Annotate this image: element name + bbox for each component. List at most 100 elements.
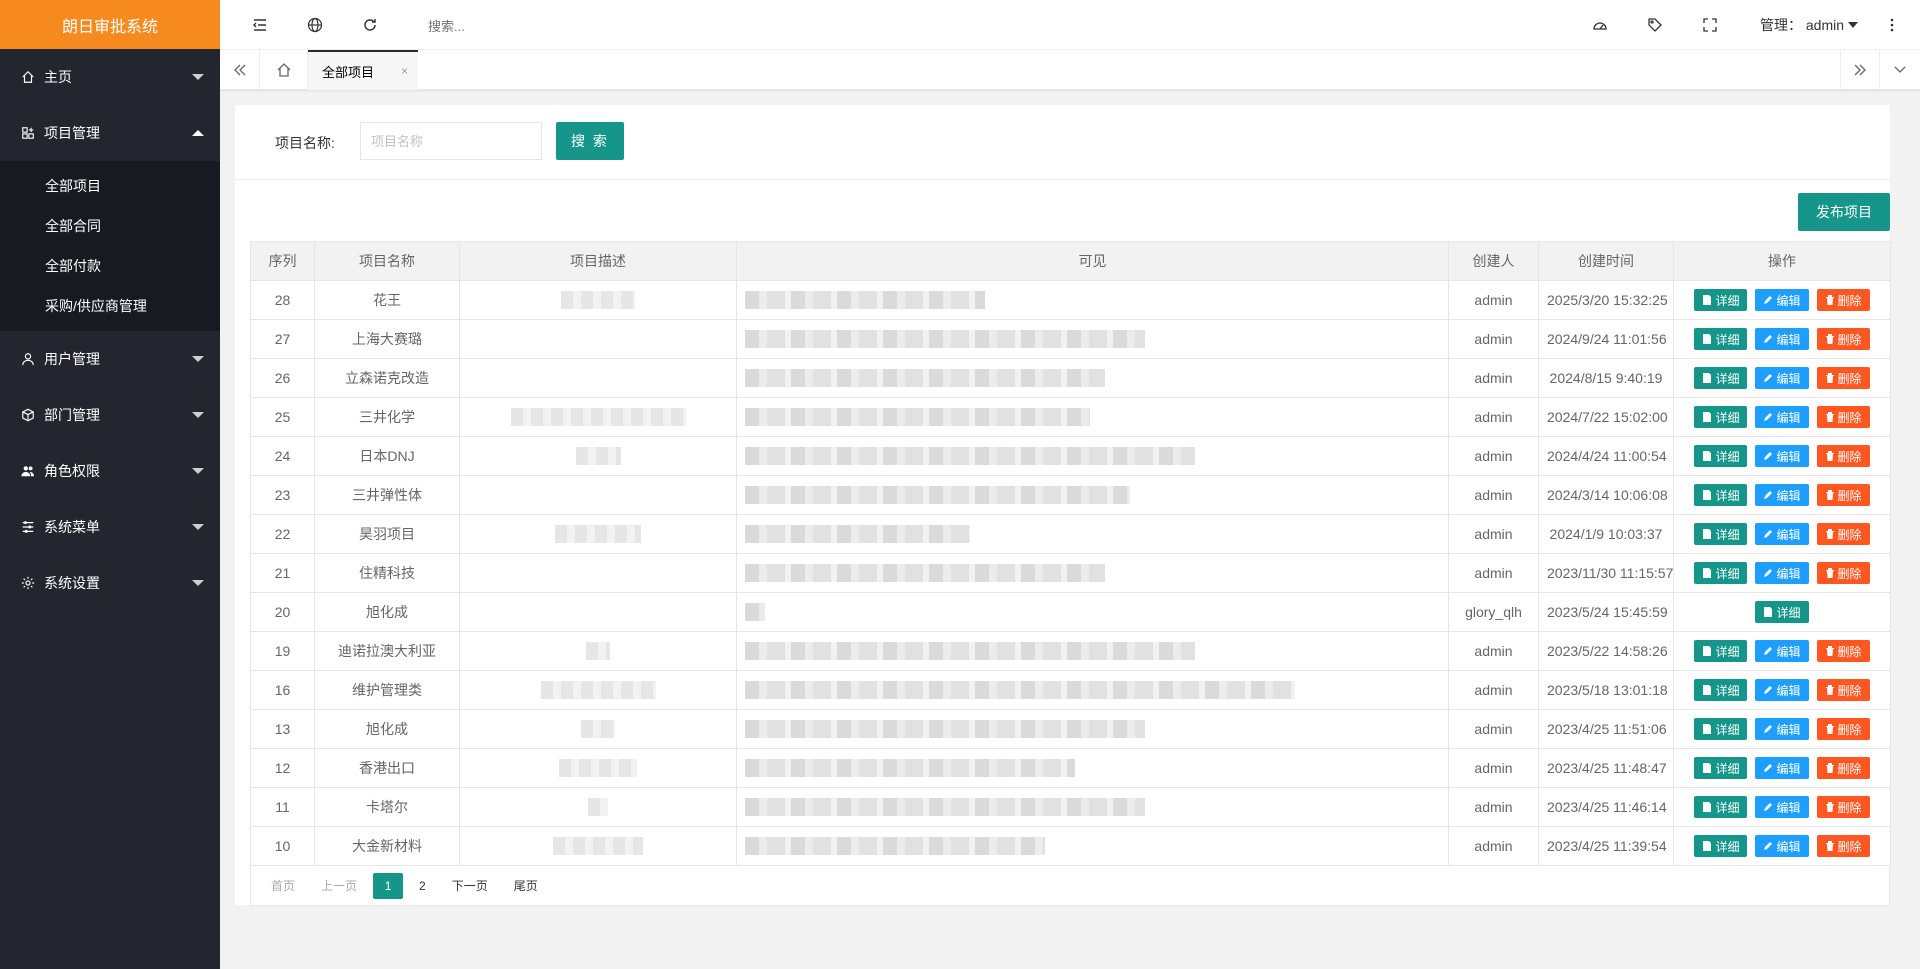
table-row[interactable]: 16 维护管理类 admin 2023/5/18 13:01:18 详细 编辑 删除	[250, 670, 1891, 710]
detail-button[interactable]: 详细	[1694, 445, 1748, 467]
detail-button[interactable]: 详细	[1755, 601, 1809, 623]
close-tab-icon[interactable]: ×	[401, 64, 408, 78]
sidebar-item-6[interactable]: 系统设置	[0, 555, 220, 611]
detail-button[interactable]: 详细	[1694, 484, 1748, 506]
sidebar-item-2[interactable]: 用户管理	[0, 331, 220, 387]
detail-button[interactable]: 详细	[1694, 289, 1748, 311]
delete-button[interactable]: 删除	[1816, 367, 1870, 389]
detail-button[interactable]: 详细	[1694, 757, 1748, 779]
globe-icon[interactable]	[305, 15, 325, 35]
sidebar-item-5[interactable]: 系统菜单	[0, 499, 220, 555]
sidebar-subitem[interactable]: 全部合同	[0, 206, 220, 246]
detail-button[interactable]: 详细	[1694, 523, 1748, 545]
detail-button[interactable]: 详细	[1694, 640, 1748, 662]
next-page-button[interactable]: 下一页	[442, 873, 498, 899]
cell-actions: 详细 编辑 删除	[1673, 358, 1891, 398]
tab-all-projects[interactable]: 全部项目 ×	[308, 50, 418, 90]
sidebar-item-3[interactable]: 部门管理	[0, 387, 220, 443]
table-row[interactable]: 19 迪诺拉澳大利亚 admin 2023/5/22 14:58:26 详细 编辑 删除	[250, 631, 1891, 671]
table-row[interactable]: 28 花王 admin 2025/3/20 15:32:25 详细 编辑 删除	[250, 280, 1891, 320]
edit-button[interactable]: 编辑	[1755, 289, 1809, 311]
table-row[interactable]: 23 三井弹性体 admin 2024/3/14 10:06:08 详细 编辑 删除	[250, 475, 1891, 515]
scroll-tabs-right-icon[interactable]	[1840, 50, 1880, 90]
delete-button[interactable]: 删除	[1816, 406, 1870, 428]
user-menu[interactable]: 管理： admin	[1760, 15, 1859, 35]
cell-visible	[736, 826, 1449, 866]
prev-page-button[interactable]: 上一页	[311, 873, 367, 899]
detail-button[interactable]: 详细	[1694, 367, 1748, 389]
page-2-button[interactable]: 2	[409, 873, 436, 899]
search-button[interactable]: 搜 索	[556, 122, 624, 160]
delete-button[interactable]: 删除	[1816, 640, 1870, 662]
table-row[interactable]: 10 大金新材料 admin 2023/4/25 11:39:54 详细 编辑 删除	[250, 826, 1891, 866]
edit-button[interactable]: 编辑	[1755, 562, 1809, 584]
sidebar-subitem[interactable]: 采购/供应商管理	[0, 286, 220, 326]
detail-button[interactable]: 详细	[1694, 406, 1748, 428]
table-row[interactable]: 27 上海大赛璐 admin 2024/9/24 11:01:56 详细 编辑 删除	[250, 319, 1891, 359]
project-name-input[interactable]	[360, 122, 542, 160]
app-logo[interactable]: 朗日审批系统	[0, 0, 220, 49]
cell-name: 住精科技	[314, 553, 460, 593]
delete-button[interactable]: 删除	[1816, 718, 1870, 740]
table-row[interactable]: 21 住精科技 admin 2023/11/30 11:15:57 详细 编辑 删除	[250, 553, 1891, 593]
edit-icon	[1763, 451, 1776, 461]
edit-button[interactable]: 编辑	[1755, 367, 1809, 389]
theme-palette-icon[interactable]	[1590, 15, 1610, 35]
last-page-button[interactable]: 尾页	[504, 873, 548, 899]
tag-icon[interactable]	[1645, 15, 1665, 35]
delete-button[interactable]: 删除	[1816, 484, 1870, 506]
detail-button[interactable]: 详细	[1694, 328, 1748, 350]
detail-button[interactable]: 详细	[1694, 679, 1748, 701]
first-page-button[interactable]: 首页	[261, 873, 305, 899]
detail-button[interactable]: 详细	[1694, 718, 1748, 740]
edit-button[interactable]: 编辑	[1755, 406, 1809, 428]
publish-project-button[interactable]: 发布项目	[1798, 193, 1890, 231]
page-1-button[interactable]: 1	[373, 872, 404, 899]
collapse-sidebar-icon[interactable]	[250, 15, 270, 35]
delete-button[interactable]: 删除	[1816, 796, 1870, 818]
sidebar-subitem[interactable]: 全部付款	[0, 246, 220, 286]
edit-button[interactable]: 编辑	[1755, 640, 1809, 662]
sidebar-item-1[interactable]: 项目管理	[0, 105, 220, 161]
sidebar-item-4[interactable]: 角色权限	[0, 443, 220, 499]
more-vertical-icon[interactable]	[1882, 15, 1902, 35]
delete-button[interactable]: 删除	[1816, 835, 1870, 857]
delete-button[interactable]: 删除	[1816, 289, 1870, 311]
header-search-input[interactable]	[428, 16, 628, 36]
delete-button[interactable]: 删除	[1816, 445, 1870, 467]
edit-button[interactable]: 编辑	[1755, 757, 1809, 779]
delete-button[interactable]: 删除	[1816, 679, 1870, 701]
detail-button[interactable]: 详细	[1694, 562, 1748, 584]
detail-button[interactable]: 详细	[1694, 835, 1748, 857]
edit-button[interactable]: 编辑	[1755, 835, 1809, 857]
table-row[interactable]: 26 立森诺克改造 admin 2024/8/15 9:40:19 详细 编辑 删除	[250, 358, 1891, 398]
delete-button[interactable]: 删除	[1816, 562, 1870, 584]
edit-button[interactable]: 编辑	[1755, 718, 1809, 740]
cell-id: 24	[250, 436, 315, 476]
table-row[interactable]: 25 三井化学 admin 2024/7/22 15:02:00 详细 编辑 删除	[250, 397, 1891, 437]
sidebar-subitem[interactable]: 全部项目	[0, 166, 220, 206]
home-tab-icon[interactable]	[260, 50, 308, 90]
detail-button-label: 详细	[1715, 800, 1740, 815]
edit-button[interactable]: 编辑	[1755, 328, 1809, 350]
fullscreen-icon[interactable]	[1700, 15, 1720, 35]
edit-button[interactable]: 编辑	[1755, 796, 1809, 818]
tab-options-chevron-icon[interactable]	[1880, 50, 1920, 90]
detail-button[interactable]: 详细	[1694, 796, 1748, 818]
edit-button[interactable]: 编辑	[1755, 445, 1809, 467]
delete-button[interactable]: 删除	[1816, 757, 1870, 779]
table-row[interactable]: 12 香港出口 admin 2023/4/25 11:48:47 详细 编辑 删除	[250, 748, 1891, 788]
refresh-icon[interactable]	[360, 15, 380, 35]
table-row[interactable]: 13 旭化成 admin 2023/4/25 11:51:06 详细 编辑 删除	[250, 709, 1891, 749]
table-row[interactable]: 11 卡塔尔 admin 2023/4/25 11:46:14 详细 编辑 删除	[250, 787, 1891, 827]
table-row[interactable]: 20 旭化成 glory_qlh 2023/5/24 15:45:59 详细	[250, 592, 1891, 632]
table-row[interactable]: 24 日本DNJ admin 2024/4/24 11:00:54 详细 编辑 删除	[250, 436, 1891, 476]
edit-button[interactable]: 编辑	[1755, 484, 1809, 506]
edit-button[interactable]: 编辑	[1755, 679, 1809, 701]
scroll-tabs-left-icon[interactable]	[220, 50, 260, 90]
edit-button[interactable]: 编辑	[1755, 523, 1809, 545]
delete-button[interactable]: 删除	[1816, 328, 1870, 350]
table-row[interactable]: 22 昊羽项目 admin 2024/1/9 10:03:37 详细 编辑 删除	[250, 514, 1891, 554]
delete-button[interactable]: 删除	[1816, 523, 1870, 545]
sidebar-item-0[interactable]: 主页	[0, 49, 220, 105]
